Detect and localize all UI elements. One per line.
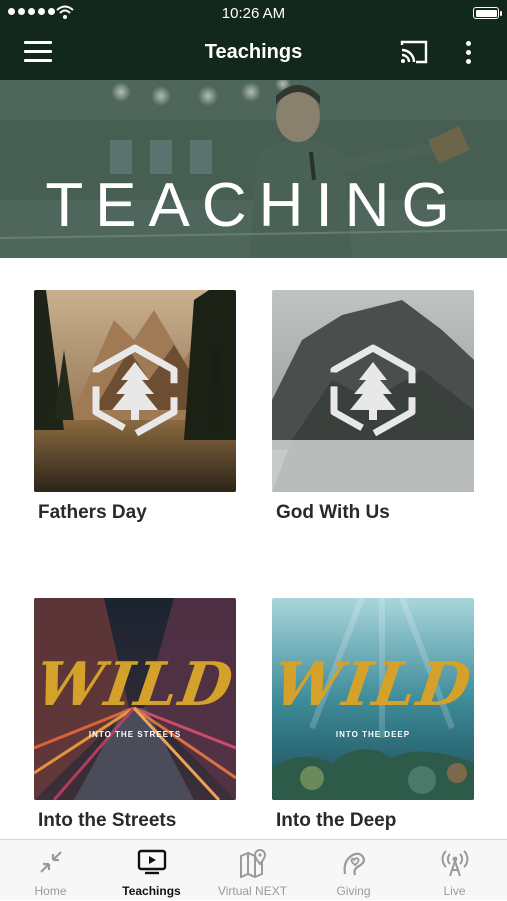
hero-title: TEACHING	[45, 171, 462, 240]
status-time: 10:26 AM	[221, 5, 286, 22]
cast-icon[interactable]	[399, 39, 429, 65]
hand-heart-icon	[343, 852, 365, 876]
tab-virtual-next[interactable]: Virtual NEXT	[202, 840, 303, 901]
more-vertical-icon[interactable]	[463, 39, 473, 67]
series-art-subtitle: INTO THE STREETS	[88, 730, 182, 739]
series-artwork	[34, 290, 236, 492]
tab-label: Live	[443, 884, 466, 898]
nav-bar: Teachings	[0, 26, 507, 80]
series-card-god-with-us[interactable]: God With Us	[272, 290, 474, 523]
series-card-fathers-day[interactable]: Fathers Day	[34, 290, 236, 523]
page-title: Teachings	[204, 41, 303, 63]
series-art-title: WILD	[34, 650, 236, 720]
series-artwork: WILD INTO THE DEEP	[272, 598, 474, 800]
tab-live[interactable]: Live	[404, 840, 505, 901]
tab-label: Giving	[336, 884, 371, 898]
map-pin-icon	[239, 848, 266, 878]
tab-label: Virtual NEXT	[217, 884, 288, 898]
tab-giving[interactable]: Giving	[303, 840, 404, 901]
series-artwork	[272, 290, 474, 492]
hero-banner: TEACHING	[0, 80, 507, 258]
series-title: Into the Streets	[38, 810, 177, 831]
broadcast-icon	[441, 850, 468, 877]
tab-bar: Home Teachings Virtual NEXT Giving Live	[0, 839, 507, 900]
tab-label: Home	[34, 884, 67, 898]
series-card-into-the-deep[interactable]: WILD INTO THE DEEP Into the Deep	[272, 598, 474, 831]
tab-teachings[interactable]: Teachings	[101, 840, 202, 901]
tab-label: Teachings	[122, 884, 181, 898]
tab-home[interactable]: Home	[0, 840, 101, 901]
series-art-title: WILD	[272, 650, 474, 720]
battery-icon	[473, 7, 502, 19]
play-screen-icon	[137, 849, 166, 875]
collapse-arrows-icon	[39, 851, 62, 873]
series-card-into-the-streets[interactable]: WILD INTO THE STREETS Into the Streets	[34, 598, 236, 831]
series-art-subtitle: INTO THE DEEP	[335, 730, 411, 739]
series-title: Into the Deep	[276, 810, 397, 831]
series-title: God With Us	[276, 502, 390, 523]
series-artwork: WILD INTO THE STREETS	[34, 598, 236, 800]
series-title: Fathers Day	[38, 502, 147, 523]
status-bar: 10:26 AM	[0, 0, 507, 26]
